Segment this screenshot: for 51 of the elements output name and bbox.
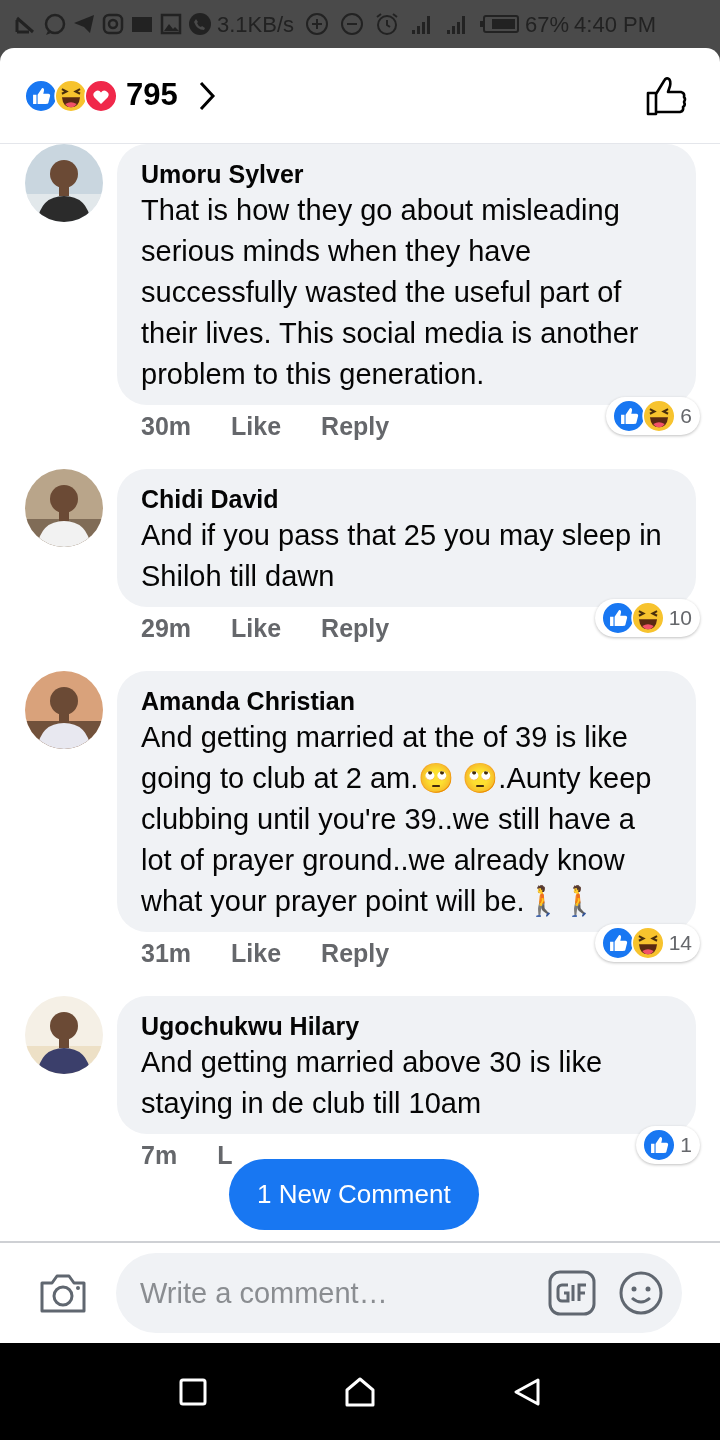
- comment-time: 31m: [141, 938, 192, 970]
- phone-icon: [188, 12, 212, 36]
- image-icon: [159, 12, 183, 36]
- comment-input[interactable]: Write a comment…: [116, 1253, 682, 1333]
- back-icon[interactable]: [513, 1376, 542, 1407]
- laughing-face-icon: [642, 399, 677, 433]
- thumbs-up-icon: [600, 926, 635, 960]
- reaction-count: 1: [680, 1132, 692, 1159]
- comment-time: 7m: [141, 1140, 178, 1172]
- reaction-summary[interactable]: 14: [594, 924, 700, 962]
- reaction-count: 14: [668, 930, 692, 957]
- comment-text: And getting married at the of 39 is like going to club at 2 am.🙄 🙄.Aunty keep clubbing until you're 39..we still have a lot of prayer ground..we already know what your prayer point will be.🚶🚶: [141, 720, 653, 919]
- laughing-face-icon: [630, 601, 665, 635]
- chevron-right-icon[interactable]: [197, 79, 216, 112]
- reaction-summary[interactable]: 10: [594, 599, 700, 637]
- gif-icon[interactable]: [548, 1270, 596, 1316]
- reply-link[interactable]: Reply: [321, 408, 390, 446]
- comment-time: 30m: [141, 411, 192, 443]
- commenter-name[interactable]: Amanda Christian: [141, 685, 672, 717]
- reaction-count[interactable]: 795: [126, 72, 178, 119]
- comment-text: And if you pass that 25 you may sleep in Shiloh till dawn: [141, 518, 663, 594]
- comment-time: 29m: [141, 613, 192, 645]
- reaction-summary[interactable]: 1: [636, 1126, 700, 1164]
- battery-icon: [480, 14, 521, 34]
- alarm-icon: [375, 12, 400, 36]
- comment-text: That is how they go about misleading serious minds when they have successfully wasted the useful part of their lives. This social media is another problem to this generation.: [141, 193, 640, 392]
- laughing-face-icon: [54, 78, 88, 113]
- reply-link[interactable]: Reply: [321, 935, 390, 973]
- like-link[interactable]: Like: [231, 408, 282, 446]
- commenter-name[interactable]: Ugochukwu Hilary: [141, 1010, 672, 1042]
- laughing-face-icon: [630, 926, 665, 960]
- reaction-summary[interactable]: 6: [606, 397, 700, 435]
- comment-text: And getting married above 30 is like staying in de club till 10am: [141, 1045, 604, 1121]
- thumbs-up-icon: [24, 78, 58, 113]
- commenter-name[interactable]: Umoru Sylver: [141, 158, 672, 190]
- commenter-name[interactable]: Chidi David: [141, 483, 672, 515]
- chat-bubble-icon: [43, 12, 67, 36]
- like-link[interactable]: Like: [231, 935, 282, 973]
- camera-icon: [101, 12, 125, 36]
- recents-icon[interactable]: [178, 1377, 207, 1406]
- thumbs-up-icon: [642, 1128, 677, 1162]
- reaction-count: 10: [668, 605, 692, 632]
- thumbs-up-icon: [600, 601, 635, 635]
- plus-circle-icon: [305, 12, 330, 36]
- home-icon[interactable]: [344, 1376, 376, 1407]
- emoji-icon[interactable]: [618, 1270, 664, 1316]
- like-link[interactable]: Like: [231, 610, 282, 648]
- minus-circle-icon: [340, 12, 365, 36]
- reply-link[interactable]: Reply: [321, 610, 390, 648]
- reaction-count: 6: [680, 403, 692, 430]
- thumbs-up-icon[interactable]: [646, 75, 688, 116]
